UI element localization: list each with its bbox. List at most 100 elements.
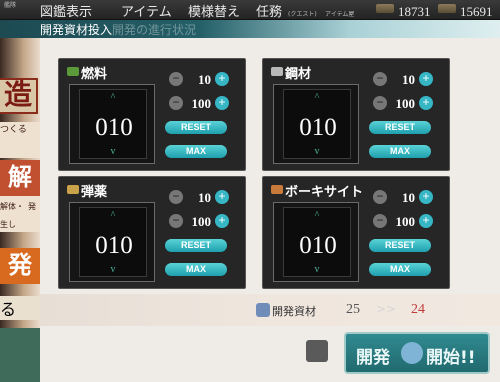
fuel-counter: ^ 010 v — [69, 84, 155, 164]
bauxite-value: 010 — [299, 232, 337, 259]
fuel-max-button[interactable]: MAX — [165, 145, 227, 158]
ammo-max-button[interactable]: MAX — [165, 263, 227, 276]
left-side-menu: 造 つくる 解体 解体・ 発生し 発 る — [0, 38, 40, 382]
steel-minus-100-button[interactable]: − — [373, 96, 387, 110]
develop-tab[interactable]: 発 — [0, 248, 40, 284]
fuel-plus-100-button[interactable]: + — [215, 96, 229, 110]
steel-counter-display: ^ 010 v — [283, 89, 351, 159]
fuel-value: 010 — [95, 114, 133, 141]
steel-plus-10-button[interactable]: + — [419, 72, 433, 86]
development-material-label: 開発資材 — [272, 305, 316, 318]
bauxite-step-100: 100 — [395, 214, 416, 229]
top-bar: 艦隊 図鑑表示 アイテム 模様替え 任務 (クエスト) アイテム屋 18731 … — [0, 0, 500, 20]
ammo-icon — [67, 185, 79, 194]
fuel-step-100: 100 — [191, 96, 212, 111]
steel-value: 010 — [299, 114, 337, 141]
menu-quests[interactable]: 任務 — [256, 1, 282, 20]
dismantle-tab[interactable]: 解体 — [0, 160, 40, 227]
steel-reset-button[interactable]: RESET — [369, 121, 431, 134]
steel-step-10: 10 — [402, 72, 415, 87]
fuel-icon — [67, 67, 79, 76]
fuel-plus-10-button[interactable]: + — [215, 72, 229, 86]
development-material-row: 開発資材 25 >> 24 — [40, 294, 500, 326]
bauxite-plus-100-button[interactable]: + — [419, 214, 433, 228]
double-chevron-right-icon: >> — [376, 302, 397, 316]
menu-remodel[interactable]: 模様替え — [188, 1, 240, 20]
bauxite-up-arrow-icon[interactable]: ^ — [312, 211, 322, 221]
bauxite-panel: ボーキサイト ^ 010 v − 10 + − 100 + RESET MAX — [262, 176, 450, 289]
blueprint-icon — [306, 340, 328, 362]
section-header: 開発資材投入 開発の進行状況 — [0, 20, 500, 38]
start-label-right: 開始!! — [426, 348, 476, 368]
ammo-title: 弾薬 — [81, 184, 108, 199]
bauxite-counter: ^ 010 v — [273, 202, 359, 282]
build-tab[interactable]: 造 — [0, 78, 38, 114]
ammo-resource-icon — [438, 4, 456, 13]
ammo-counter-display: ^ 010 v — [79, 207, 147, 277]
bauxite-minus-100-button[interactable]: − — [373, 214, 387, 228]
fuel-panel: 燃料 ^ 010 v − 10 + − 100 + RESET MAX — [58, 58, 246, 171]
steel-title: 鋼材 — [285, 66, 312, 81]
bauxite-counter-display: ^ 010 v — [283, 207, 351, 277]
fleet-sub-label: 艦隊 — [4, 2, 17, 9]
fuel-counter-display: ^ 010 v — [79, 89, 147, 159]
dismantle-text-1: 解体・ — [0, 202, 24, 211]
bauxite-icon — [271, 185, 283, 194]
ammo-value: 010 — [95, 232, 133, 259]
ammo-step-100: 100 — [191, 214, 212, 229]
steel-panel: 鋼材 ^ 010 v − 10 + − 100 + RESET MAX — [262, 58, 450, 171]
fuel-minus-10-button[interactable]: − — [169, 72, 183, 86]
development-material-current: 25 — [346, 302, 360, 317]
section-title: 開発資材投入 — [40, 23, 113, 37]
steel-max-button[interactable]: MAX — [369, 145, 431, 158]
ammo-counter: ^ 010 v — [69, 202, 155, 282]
development-material-icon — [256, 303, 270, 317]
ammo-plus-10-button[interactable]: + — [215, 190, 229, 204]
fuel-up-arrow-icon[interactable]: ^ — [108, 93, 118, 103]
ammo-panel: 弾薬 ^ 010 v − 10 + − 100 + RESET MAX — [58, 176, 246, 289]
bauxite-plus-10-button[interactable]: + — [419, 190, 433, 204]
fuel-reset-button[interactable]: RESET — [165, 121, 227, 134]
bauxite-max-button[interactable]: MAX — [369, 263, 431, 276]
resource-count-1: 18731 — [398, 4, 431, 19]
bauxite-minus-10-button[interactable]: − — [373, 190, 387, 204]
fuel-title: 燃料 — [81, 66, 108, 81]
arsenal-tab[interactable] — [0, 328, 40, 382]
ammo-up-arrow-icon[interactable]: ^ — [108, 211, 118, 221]
fuel-resource-icon — [376, 4, 394, 13]
menu-items[interactable]: アイテム — [121, 1, 172, 20]
develop-sub-label: る — [0, 296, 40, 320]
bauxite-title: ボーキサイト — [285, 184, 364, 199]
fairy-icon — [401, 342, 423, 364]
menu-encyclopedia[interactable]: 図鑑表示 — [40, 1, 92, 20]
item-shop-label[interactable]: アイテム屋 — [325, 9, 354, 18]
ammo-minus-100-button[interactable]: − — [169, 214, 183, 228]
build-sub-label: つくる — [0, 122, 40, 158]
start-development-button[interactable]: 開発 開始!! — [344, 332, 490, 374]
fuel-minus-100-button[interactable]: − — [169, 96, 183, 110]
ammo-plus-100-button[interactable]: + — [215, 214, 229, 228]
steel-icon — [271, 67, 283, 76]
steel-minus-10-button[interactable]: − — [373, 72, 387, 86]
dismantle-sub-label: 解体・ 発生し — [0, 196, 40, 232]
bauxite-down-arrow-icon[interactable]: v — [312, 265, 322, 275]
bauxite-reset-button[interactable]: RESET — [369, 239, 431, 252]
steel-counter: ^ 010 v — [273, 84, 359, 164]
fuel-step-10: 10 — [198, 72, 211, 87]
quest-sub-label: (クエスト) — [288, 11, 317, 18]
development-material-after: 24 — [411, 302, 425, 317]
ammo-down-arrow-icon[interactable]: v — [108, 265, 118, 275]
resource-count-2: 15691 — [460, 4, 493, 19]
steel-plus-100-button[interactable]: + — [419, 96, 433, 110]
ammo-minus-10-button[interactable]: − — [169, 190, 183, 204]
steel-down-arrow-icon[interactable]: v — [312, 147, 322, 157]
section-ghost-title: 開発の進行状況 — [112, 23, 197, 37]
steel-step-100: 100 — [395, 96, 416, 111]
ammo-step-10: 10 — [198, 190, 211, 205]
development-main: 燃料 ^ 010 v − 10 + − 100 + RESET MAX 鋼材 ^… — [40, 38, 500, 382]
ammo-reset-button[interactable]: RESET — [165, 239, 227, 252]
fuel-down-arrow-icon[interactable]: v — [108, 147, 118, 157]
steel-up-arrow-icon[interactable]: ^ — [312, 93, 322, 103]
bauxite-step-10: 10 — [402, 190, 415, 205]
start-label-left: 開発 — [356, 348, 390, 368]
